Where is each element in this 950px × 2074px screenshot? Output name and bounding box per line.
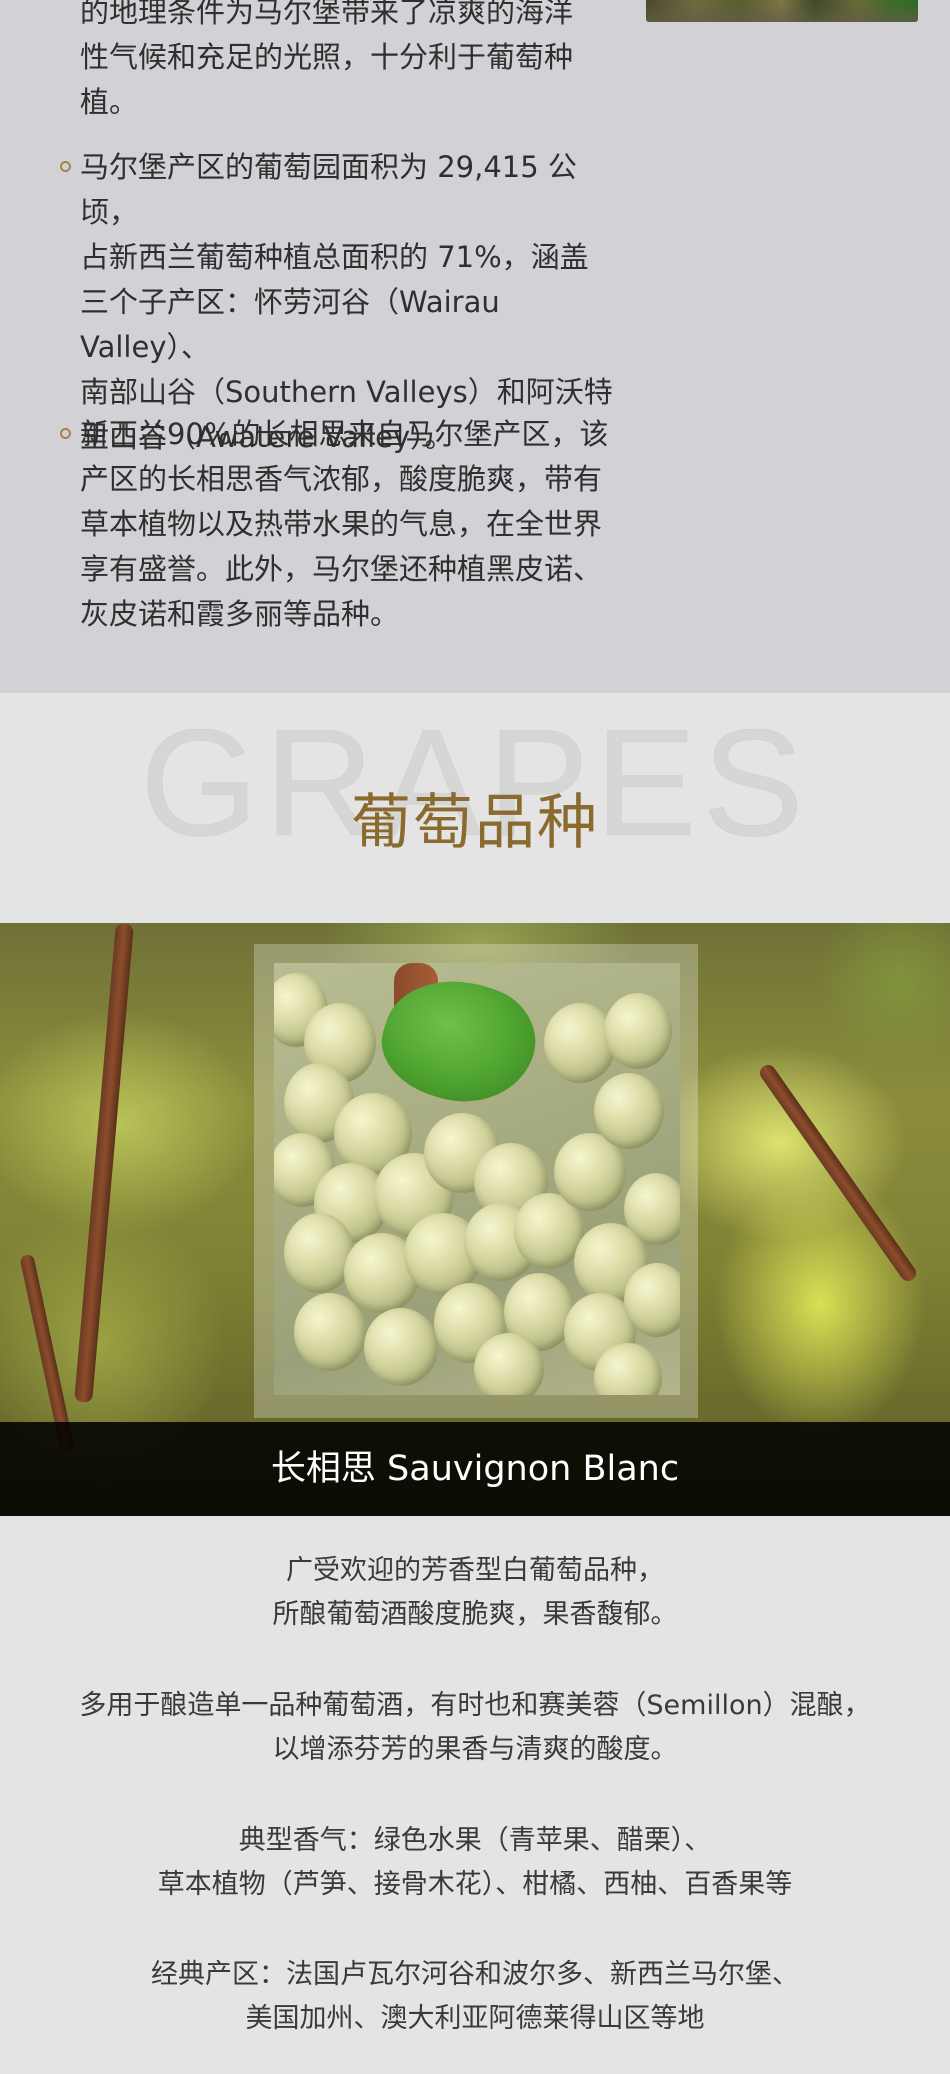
- grape-berry: [594, 1073, 664, 1149]
- description-line: 经典产区：法国卢瓦尔河谷和波尔多、新西兰马尔堡、: [151, 1959, 799, 1990]
- paragraph-line: 三个子产区：怀劳河谷（Wairau Valley）、: [80, 285, 500, 364]
- grapes-section-header: GRAPES 葡萄品种: [0, 693, 950, 923]
- description-line: 草本植物（芦笋、接骨木花）、柑橘、西柚、百香果等: [157, 1869, 793, 1900]
- paragraph-line: 灰皮诺和霞多丽等品种。: [80, 597, 400, 631]
- vine-branch: [74, 923, 134, 1403]
- grape-berry: [364, 1308, 438, 1386]
- vine-branch: [756, 1061, 920, 1285]
- description-line: 美国加州、澳大利亚阿德莱得山区等地: [245, 2003, 705, 2034]
- grape-berry: [284, 1213, 354, 1293]
- bullet-circle-icon: [60, 161, 71, 172]
- grape-cluster-photo: [274, 963, 680, 1395]
- region-paragraph: 新西兰90%的长相思来自马尔堡产区，该 产区的长相思香气浓郁，酸度脆爽，带有 草…: [60, 412, 620, 637]
- paragraph-line: 新西兰90%的长相思来自马尔堡产区，该: [80, 417, 609, 451]
- section-title: 葡萄品种: [351, 788, 599, 858]
- description-line: 典型香气：绿色水果（青苹果、醋栗）、: [238, 1825, 712, 1856]
- grape-berry: [604, 993, 672, 1069]
- paragraph-text: 的地理条件为马尔堡带来了凉爽的海洋 性气候和充足的光照，十分利于葡萄种 植。: [60, 0, 620, 125]
- grape-berry: [474, 1333, 544, 1395]
- description-line: 所酿葡萄酒酸度脆爽，果香馥郁。: [272, 1599, 678, 1630]
- grape-berry: [294, 1293, 366, 1371]
- paragraph-line: 的地理条件为马尔堡带来了凉爽的海洋: [80, 0, 574, 29]
- paragraph-line: 性气候和充足的光照，十分利于葡萄种: [80, 40, 574, 74]
- grape-caption: 长相思 Sauvignon Blanc: [0, 1422, 950, 1516]
- region-paragraph: 的地理条件为马尔堡带来了凉爽的海洋 性气候和充足的光照，十分利于葡萄种 植。: [60, 0, 620, 125]
- description-paragraph: 广受欢迎的芳香型白葡萄品种， 所酿葡萄酒酸度脆爽，果香馥郁。: [0, 1549, 950, 1637]
- paragraph-line: 马尔堡产区的葡萄园面积为 29,415 公顷，: [80, 150, 577, 229]
- paragraph-line: 享有盛誉。此外，马尔堡还种植黑皮诺、: [80, 552, 603, 586]
- vineyard-photo: [646, 0, 918, 22]
- paragraph-line: 植。: [80, 85, 139, 119]
- description-line: 广受欢迎的芳香型白葡萄品种，: [286, 1555, 664, 1586]
- paragraph-line: 产区的长相思香气浓郁，酸度脆爽，带有: [80, 462, 603, 496]
- description-line: 多用于酿造单一品种葡萄酒，有时也和赛美蓉（Semillon）混酿，: [79, 1690, 871, 1721]
- description-paragraph: 经典产区：法国卢瓦尔河谷和波尔多、新西兰马尔堡、 美国加州、澳大利亚阿德莱得山区…: [0, 1953, 950, 2041]
- description-line: 以增添芬芳的果香与清爽的酸度。: [272, 1734, 678, 1765]
- region-section: 的地理条件为马尔堡带来了凉爽的海洋 性气候和充足的光照，十分利于葡萄种 植。 马…: [0, 0, 950, 693]
- paragraph-text: 新西兰90%的长相思来自马尔堡产区，该 产区的长相思香气浓郁，酸度脆爽，带有 草…: [60, 412, 620, 637]
- description-paragraph: 典型香气：绿色水果（青苹果、醋栗）、 草本植物（芦笋、接骨木花）、柑橘、西柚、百…: [0, 1819, 950, 1907]
- grape-banner: 长相思 Sauvignon Blanc: [0, 923, 950, 1516]
- description-paragraph: 多用于酿造单一品种葡萄酒，有时也和赛美蓉（Semillon）混酿， 以增添芬芳的…: [0, 1684, 950, 1772]
- paragraph-line: 草本植物以及热带水果的气息，在全世界: [80, 507, 603, 541]
- paragraph-line: 占新西兰葡萄种植总面积的 71%，涵盖: [80, 240, 589, 274]
- paragraph-line: 南部山谷（Southern Valleys）和阿沃特: [80, 375, 613, 409]
- bullet-circle-icon: [60, 428, 71, 439]
